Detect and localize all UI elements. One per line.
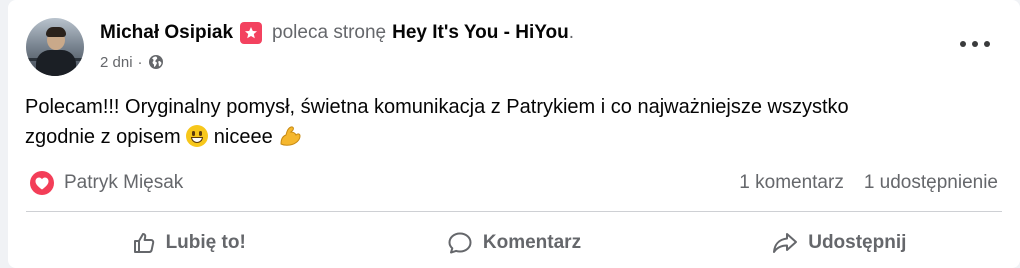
like-label: Lubię to! — [165, 232, 246, 253]
engagement-counts: 1 komentarz 1 udostępnienie — [739, 170, 998, 196]
recommend-star-icon — [240, 22, 263, 44]
author-name[interactable]: Michał Osipiak — [100, 22, 233, 44]
post-text: Polecam!!! Oryginalny pomysł, świetna ko… — [25, 92, 985, 152]
reactor-name[interactable]: Patryk Mięsak — [64, 172, 183, 194]
post-text-part-a: zgodnie z opisem — [25, 126, 181, 148]
share-icon — [773, 233, 798, 253]
share-label: Udostępnij — [808, 232, 907, 253]
page-name-link[interactable]: Hey It's You - HiYou — [392, 22, 569, 44]
reactions-summary[interactable]: Patryk Mięsak — [30, 170, 183, 196]
post-timestamp[interactable]: 2 dni — [100, 54, 133, 71]
comments-count[interactable]: 1 komentarz — [739, 172, 844, 194]
meta-separator: · — [137, 53, 143, 71]
shares-count[interactable]: 1 udostępnienie — [864, 172, 998, 194]
recommends-text: poleca stronę — [272, 22, 387, 43]
post-meta: 2 dni · — [100, 52, 164, 72]
thumbs-up-icon — [133, 233, 154, 253]
avatar[interactable] — [26, 18, 84, 76]
post-card: Michał Osipiak poleca stronę Hey It's Yo… — [8, 0, 1020, 268]
comment-label: Komentarz — [482, 232, 582, 253]
post-text-part-b: niceee — [213, 126, 273, 148]
comment-icon — [448, 232, 472, 254]
globe-icon — [148, 55, 163, 69]
flexed-biceps-emoji — [280, 126, 301, 146]
like-button[interactable]: Lubię to! — [26, 218, 351, 268]
heart-icon — [30, 171, 54, 195]
post-text-line-2: zgodnie z opisem niceee — [25, 122, 985, 152]
post-text-line-1: Polecam!!! Oryginalny pomysł, świetna ko… — [25, 96, 849, 118]
grinning-face-emoji — [186, 125, 209, 147]
post-headline: Michał Osipiak poleca stronę Hey It's Yo… — [100, 21, 574, 45]
divider — [26, 211, 1002, 212]
more-options-icon[interactable] — [960, 34, 990, 54]
action-bar: Lubię to! Komentarz Udostępnij — [26, 218, 1002, 268]
share-button[interactable]: Udostępnij — [677, 218, 1002, 268]
comment-button[interactable]: Komentarz — [351, 218, 676, 268]
page-name-suffix: . — [568, 22, 575, 43]
